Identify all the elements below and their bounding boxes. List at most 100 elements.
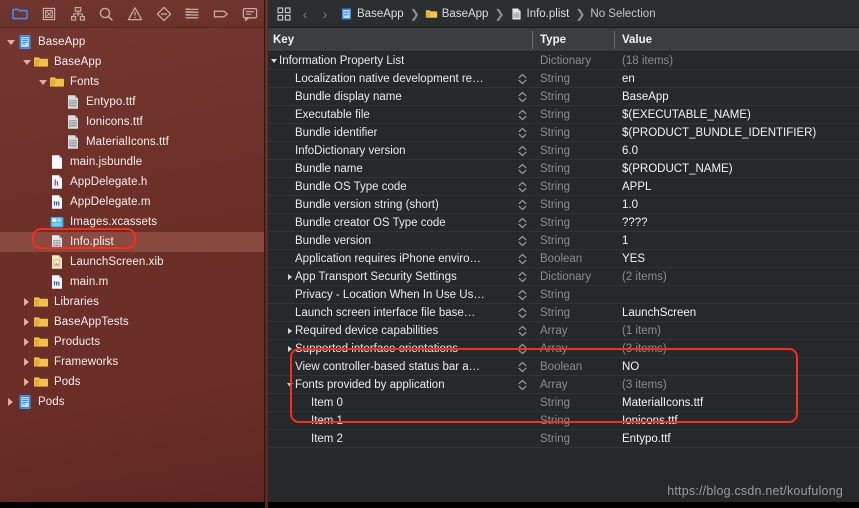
type-cell[interactable]: String: [532, 160, 614, 178]
tree-item[interactable]: Frameworks: [0, 352, 264, 372]
row-disclosure-triangle-icon[interactable]: [285, 327, 295, 334]
table-row[interactable]: InfoDictionary version String 6.0: [265, 142, 859, 160]
value-cell[interactable]: $(PRODUCT_NAME): [614, 160, 859, 178]
key-cell[interactable]: Bundle identifier: [265, 124, 532, 142]
tree-item[interactable]: Images.xcassets: [0, 212, 264, 232]
value-cell[interactable]: (2 items): [614, 268, 859, 286]
tree-item[interactable]: m main.m: [0, 272, 264, 292]
column-header-type[interactable]: Type: [532, 28, 614, 52]
key-cell[interactable]: Bundle version string (short): [265, 196, 532, 214]
row-disclosure-triangle-icon[interactable]: [285, 345, 295, 352]
value-stepper[interactable]: [517, 143, 528, 159]
table-row[interactable]: Supported interface orientations Array (3 …: [265, 340, 859, 358]
tree-item[interactable]: BaseApp: [0, 32, 264, 52]
disclosure-triangle-icon[interactable]: [5, 398, 16, 406]
disclosure-triangle-icon[interactable]: [21, 298, 32, 306]
type-cell[interactable]: Array: [532, 376, 614, 394]
row-disclosure-triangle-icon[interactable]: [285, 273, 295, 280]
type-cell[interactable]: String: [532, 430, 614, 448]
value-stepper[interactable]: [517, 269, 528, 285]
value-cell[interactable]: $(PRODUCT_BUNDLE_IDENTIFIER): [614, 124, 859, 142]
forward-button[interactable]: ›: [315, 7, 335, 21]
value-cell[interactable]: NO: [614, 358, 859, 376]
key-cell[interactable]: Item 1: [265, 412, 532, 430]
table-row[interactable]: Localization native development re… Strin…: [265, 70, 859, 88]
type-cell[interactable]: String: [532, 286, 614, 304]
value-cell[interactable]: en: [614, 70, 859, 88]
row-disclosure-triangle-icon[interactable]: [269, 58, 279, 63]
project-file-tree[interactable]: BaseApp BaseApp Fonts Entypo.ttf Ionicons.tt…: [0, 28, 264, 412]
table-row[interactable]: Bundle version String 1: [265, 232, 859, 250]
value-cell[interactable]: [614, 286, 859, 304]
key-cell[interactable]: Bundle name: [265, 160, 532, 178]
value-cell[interactable]: Entypo.ttf: [614, 430, 859, 448]
value-stepper[interactable]: [517, 125, 528, 141]
find-navigator-icon[interactable]: [92, 3, 121, 25]
value-stepper[interactable]: [517, 215, 528, 231]
type-cell[interactable]: Array: [532, 340, 614, 358]
disclosure-triangle-icon[interactable]: [21, 338, 32, 346]
table-row[interactable]: App Transport Security Settings Dictionar…: [265, 268, 859, 286]
type-cell[interactable]: String: [532, 394, 614, 412]
breadcrumb-item[interactable]: Info.plist: [509, 7, 571, 21]
key-cell[interactable]: Launch screen interface file base…: [265, 304, 532, 322]
type-cell[interactable]: String: [532, 178, 614, 196]
key-cell[interactable]: Bundle OS Type code: [265, 178, 532, 196]
report-navigator-icon[interactable]: [235, 3, 264, 25]
type-cell[interactable]: Boolean: [532, 358, 614, 376]
table-row[interactable]: Bundle display name String BaseApp: [265, 88, 859, 106]
key-cell[interactable]: View controller-based status bar a…: [265, 358, 532, 376]
type-cell[interactable]: Array: [532, 322, 614, 340]
disclosure-triangle-icon[interactable]: [37, 79, 48, 85]
symbol-navigator-icon[interactable]: [63, 3, 92, 25]
value-stepper[interactable]: [517, 305, 528, 321]
type-cell[interactable]: String: [532, 106, 614, 124]
table-row[interactable]: Bundle OS Type code String APPL: [265, 178, 859, 196]
key-cell[interactable]: Required device capabilities: [265, 322, 532, 340]
value-stepper[interactable]: [517, 323, 528, 339]
tree-item[interactable]: BaseAppTests: [0, 312, 264, 332]
disclosure-triangle-icon[interactable]: [21, 358, 32, 366]
breadcrumb-item[interactable]: BaseApp: [424, 7, 490, 21]
tree-item[interactable]: Products: [0, 332, 264, 352]
table-row[interactable]: Bundle creator OS Type code String????: [265, 214, 859, 232]
value-cell[interactable]: Ionicons.ttf: [614, 412, 859, 430]
type-cell[interactable]: Boolean: [532, 250, 614, 268]
type-cell[interactable]: String: [532, 304, 614, 322]
key-cell[interactable]: Bundle creator OS Type code: [265, 214, 532, 232]
tree-item[interactable]: MaterialIcons.ttf: [0, 132, 264, 152]
key-cell[interactable]: Fonts provided by application: [265, 376, 532, 394]
source-control-navigator-icon[interactable]: [35, 3, 64, 25]
row-disclosure-triangle-icon[interactable]: [285, 382, 295, 387]
value-cell[interactable]: (3 items): [614, 340, 859, 358]
type-cell[interactable]: Dictionary: [532, 268, 614, 286]
value-stepper[interactable]: [517, 341, 528, 357]
tree-item[interactable]: BaseApp: [0, 52, 264, 72]
value-cell[interactable]: (1 item): [614, 322, 859, 340]
tree-item[interactable]: main.jsbundle: [0, 152, 264, 172]
tree-item[interactable]: m AppDelegate.m: [0, 192, 264, 212]
value-cell[interactable]: MaterialIcons.ttf: [614, 394, 859, 412]
value-stepper[interactable]: [517, 287, 528, 303]
type-cell[interactable]: String: [532, 124, 614, 142]
key-cell[interactable]: App Transport Security Settings: [265, 268, 532, 286]
column-header-value[interactable]: Value: [614, 28, 859, 52]
key-cell[interactable]: Privacy - Location When In Use Us…: [265, 286, 532, 304]
breadcrumb-item[interactable]: BaseApp: [339, 7, 405, 21]
key-cell[interactable]: Item 0: [265, 394, 532, 412]
value-cell[interactable]: LaunchScreen: [614, 304, 859, 322]
test-navigator-icon[interactable]: [149, 3, 178, 25]
value-stepper[interactable]: [517, 359, 528, 375]
type-cell[interactable]: String: [532, 232, 614, 250]
type-cell[interactable]: String: [532, 142, 614, 160]
value-cell[interactable]: (3 items): [614, 376, 859, 394]
tree-item[interactable]: Ionicons.ttf: [0, 112, 264, 132]
key-cell[interactable]: Information Property List: [265, 52, 532, 70]
disclosure-triangle-icon[interactable]: [21, 318, 32, 326]
table-row[interactable]: Required device capabilities Array (1 item…: [265, 322, 859, 340]
table-row[interactable]: Bundle version string (short) String 1.0: [265, 196, 859, 214]
back-button[interactable]: ‹: [295, 7, 315, 21]
tree-item[interactable]: Libraries: [0, 292, 264, 312]
table-row[interactable]: Bundle identifier String $(PRODUCT_BUNDLE_…: [265, 124, 859, 142]
key-cell[interactable]: Localization native development re…: [265, 70, 532, 88]
